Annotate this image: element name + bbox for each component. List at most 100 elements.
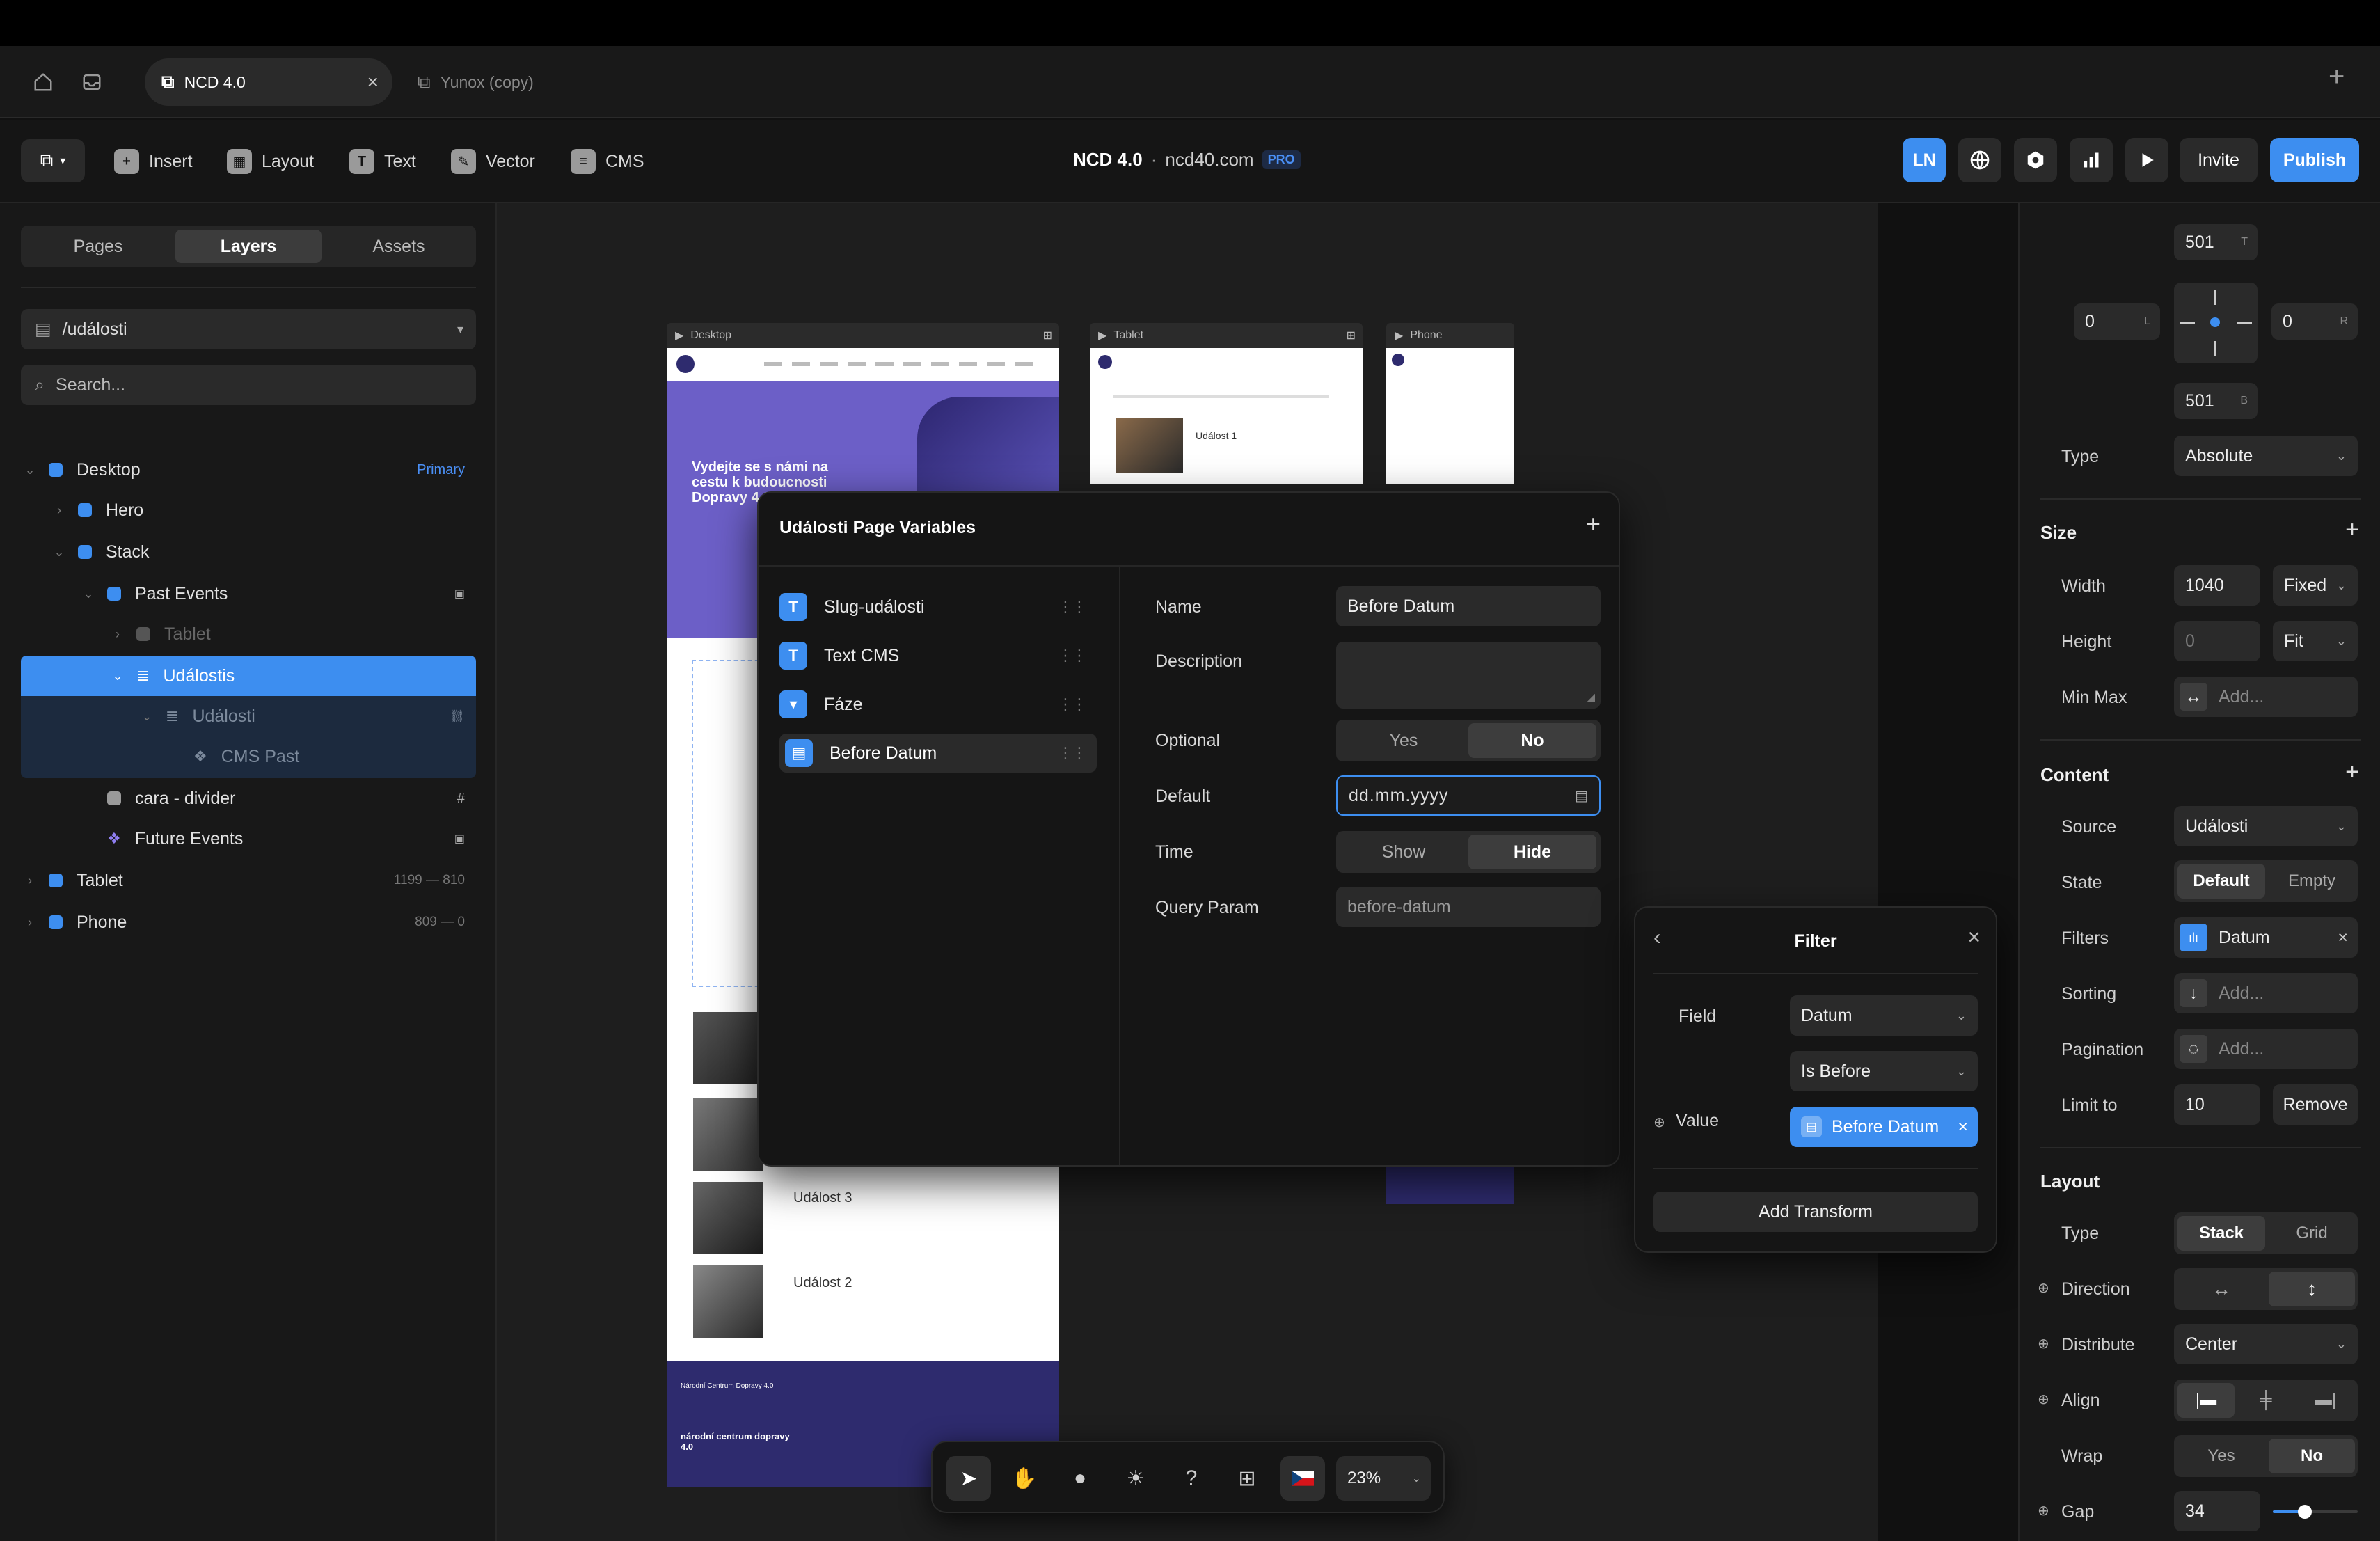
cms-button[interactable]: ≡ CMS <box>571 145 644 178</box>
layer-search[interactable]: ⌕ Search... <box>21 365 476 405</box>
variable-add-icon[interactable]: ⊕ <box>1653 1114 1665 1131</box>
value-token[interactable]: ▤ Before Datum × <box>1790 1107 1978 1147</box>
close-tab-icon[interactable]: × <box>367 71 379 93</box>
layer-tablet[interactable]: › Tablet 1199 — 810 <box>21 860 476 901</box>
calendar-icon[interactable]: ▤ <box>1575 787 1588 805</box>
minmax-input[interactable]: ↔ Add... <box>2174 677 2358 717</box>
frame-label-tablet[interactable]: ▶ Tablet ⊞ <box>1090 323 1363 348</box>
vector-button[interactable]: ✎ Vector <box>451 145 535 178</box>
align-start-icon[interactable]: |▬ <box>2177 1383 2235 1418</box>
position-right[interactable]: 0R <box>2271 303 2358 340</box>
tab-ncd[interactable]: ⧉ NCD 4.0 × <box>145 58 392 106</box>
close-icon[interactable]: × <box>1967 924 1981 950</box>
chevron-down-icon[interactable]: ⌄ <box>109 669 127 683</box>
chevron-down-icon[interactable]: ⌄ <box>21 463 39 477</box>
layer-stack[interactable]: ⌄ Stack <box>21 532 476 572</box>
globe-icon[interactable] <box>1958 138 2001 182</box>
tab-assets[interactable]: Assets <box>326 230 472 263</box>
drag-handle-icon[interactable]: ⋮⋮ <box>1058 598 1087 616</box>
play-icon[interactable] <box>2125 138 2168 182</box>
home-icon[interactable] <box>31 70 56 95</box>
limit-remove-button[interactable]: Remove <box>2273 1084 2358 1125</box>
gap-slider-thumb[interactable] <box>2298 1505 2312 1519</box>
drag-handle-icon[interactable]: ⋮⋮ <box>1058 647 1087 665</box>
field-select[interactable]: Datum ⌄ <box>1790 995 1978 1036</box>
remove-token-icon[interactable]: × <box>1958 1117 1968 1137</box>
gap-input[interactable]: 34 <box>2174 1491 2260 1531</box>
chevron-down-icon[interactable]: ⌄ <box>79 587 97 601</box>
layer-desktop[interactable]: ⌄ Desktop Primary <box>21 450 476 490</box>
layer-hero[interactable]: › Hero <box>21 490 476 530</box>
pointer-icon[interactable]: ➤ <box>946 1456 991 1501</box>
source-select[interactable]: Události ⌄ <box>2174 806 2358 846</box>
filters-token[interactable]: ılı Datum × <box>2174 917 2358 958</box>
add-icon[interactable]: ⊕ <box>2038 1279 2049 1297</box>
chevron-right-icon[interactable]: › <box>21 874 39 888</box>
drag-handle-icon[interactable]: ⋮⋮ <box>1058 744 1087 762</box>
frame-label-phone[interactable]: ▶ Phone <box>1386 323 1514 348</box>
add-variable-button[interactable]: + <box>1586 509 1601 539</box>
analytics-icon[interactable] <box>2070 138 2113 182</box>
text-button[interactable]: T Text <box>349 145 416 178</box>
layer-phone[interactable]: › Phone 809 — 0 <box>21 902 476 942</box>
add-icon[interactable]: ⊕ <box>2038 1502 2049 1519</box>
help-icon[interactable]: ? <box>1169 1456 1214 1501</box>
height-mode-select[interactable]: Fit ⌄ <box>2273 621 2358 661</box>
avatar[interactable]: LN <box>1903 138 1946 182</box>
layer-cara-divider[interactable]: cara - divider # <box>21 778 476 819</box>
wrap-yes[interactable]: Yes <box>2177 1439 2265 1473</box>
layout-button[interactable]: ▦ Layout <box>227 145 314 178</box>
publish-button[interactable]: Publish <box>2270 138 2359 182</box>
direction-vertical-icon[interactable]: ↕ <box>2269 1272 2355 1306</box>
time-hide[interactable]: Hide <box>1468 835 1596 869</box>
remove-filter-icon[interactable]: × <box>2338 928 2348 948</box>
inbox-icon[interactable] <box>79 70 104 95</box>
variable-text-cms[interactable]: T Text CMS ⋮⋮ <box>779 636 1097 675</box>
gap-slider-track[interactable] <box>2273 1505 2358 1519</box>
optional-no[interactable]: No <box>1468 723 1596 758</box>
tablet-frame[interactable]: Událost 1 <box>1090 348 1363 484</box>
description-textarea[interactable]: ◢ <box>1336 642 1601 709</box>
page-selector[interactable]: ▤ /události ▾ <box>21 309 476 349</box>
layer-udalosti[interactable]: ⌄ ≣ Události ⛓ <box>21 696 476 736</box>
wrap-no[interactable]: No <box>2269 1439 2355 1473</box>
layer-cms-past[interactable]: ❖ CMS Past <box>21 736 476 777</box>
drag-handle-icon[interactable]: ⋮⋮ <box>1058 695 1087 713</box>
state-empty[interactable]: Empty <box>2269 864 2355 899</box>
add-transform-button[interactable]: Add Transform <box>1653 1192 1978 1232</box>
align-center-icon[interactable]: ╪ <box>2237 1383 2294 1418</box>
height-input[interactable]: 0 <box>2174 621 2260 661</box>
constraint-top[interactable] <box>2214 290 2216 305</box>
zoom-select[interactable]: 23% ⌄ <box>1336 1456 1431 1501</box>
add-icon[interactable]: ⊕ <box>2038 1335 2049 1352</box>
chevron-down-icon[interactable]: ⌄ <box>138 709 156 724</box>
name-input[interactable]: Before Datum <box>1336 586 1601 626</box>
width-input[interactable]: 1040 <box>2174 565 2260 606</box>
locale-flag-icon[interactable] <box>1280 1456 1325 1501</box>
project-title[interactable]: NCD 4.0 · ncd40.com PRO <box>1073 149 1301 171</box>
chevron-right-icon[interactable]: › <box>109 627 127 642</box>
constraint-bottom[interactable] <box>2214 341 2216 356</box>
plugins-icon[interactable]: ⊞ <box>1225 1456 1269 1501</box>
chevron-right-icon[interactable]: › <box>50 503 68 518</box>
add-icon[interactable]: + <box>2345 516 2359 544</box>
sorting-input[interactable]: ↓ Add... <box>2174 973 2358 1013</box>
variable-faze[interactable]: ▾ Fáze ⋮⋮ <box>779 685 1097 724</box>
insert-button[interactable]: + Insert <box>114 145 193 178</box>
layer-udalostis[interactable]: ⌄ ≣ Událostis <box>21 656 476 696</box>
tab-pages[interactable]: Pages <box>25 230 171 263</box>
distribute-select[interactable]: Center ⌄ <box>2174 1324 2358 1364</box>
frame-label-desktop[interactable]: ▶ Desktop ⊞ <box>667 323 1059 348</box>
layout-grid[interactable]: Grid <box>2269 1216 2355 1251</box>
time-show[interactable]: Show <box>1340 835 1468 869</box>
layer-past-events[interactable]: ⌄ Past Events ▣ <box>21 574 476 614</box>
hand-icon[interactable]: ✋ <box>1002 1456 1047 1501</box>
chevron-right-icon[interactable]: › <box>21 915 39 930</box>
operator-select[interactable]: Is Before ⌄ <box>1790 1051 1978 1091</box>
optional-yes[interactable]: Yes <box>1340 723 1468 758</box>
query-param-input[interactable]: before-datum <box>1336 887 1601 927</box>
layer-tablet-hidden[interactable]: › Tablet <box>21 614 476 654</box>
tab-layers[interactable]: Layers <box>175 230 322 263</box>
constraint-right[interactable] <box>2237 322 2252 324</box>
width-mode-select[interactable]: Fixed ⌄ <box>2273 565 2358 606</box>
